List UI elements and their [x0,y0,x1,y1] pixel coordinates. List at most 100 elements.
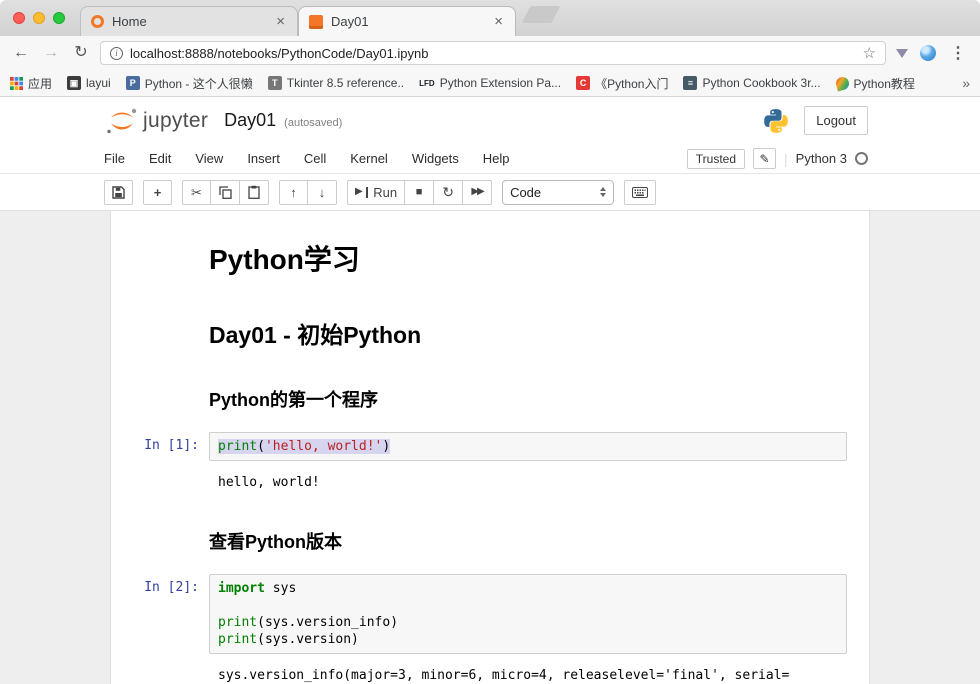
cell-type-select[interactable]: Code [502,180,614,205]
site-info-icon[interactable]: i [110,47,123,60]
keyboard-icon [632,187,648,198]
interrupt-kernel-button[interactable]: ■ [405,180,434,205]
divider: | [784,151,788,167]
bookmark-label: Python Cookbook 3r... [702,76,820,90]
bookmark-csdn[interactable]: C 《Python入门 [576,75,668,92]
bookmark-star-icon[interactable]: ☆ [863,44,876,62]
input-prompt: In [1]: [111,432,209,461]
fast-forward-icon: ▶▶ [471,187,482,197]
menu-widgets[interactable]: Widgets [400,151,471,166]
jupyter-logo[interactable]: jupyter [104,107,208,135]
output-prompt [111,663,209,684]
reload-button[interactable]: ↻ [70,45,92,61]
bookmark-cookbook[interactable]: ≡ Python Cookbook 3r... [683,76,820,90]
markdown-cell-version[interactable]: 查看Python版本 [111,509,869,569]
code-token: print [218,439,257,454]
notebook-favicon-icon [309,15,323,29]
menu-cell[interactable]: Cell [292,151,338,166]
layui-favicon-icon: ▣ [67,76,81,90]
omnibox[interactable]: i localhost:8888/notebooks/PythonCode/Da… [100,41,886,65]
input-prompt: In [2]: [111,574,209,654]
tab-close-icon[interactable]: × [492,14,505,29]
logout-button[interactable]: Logout [804,106,868,135]
restart-kernel-button[interactable]: ↻ [434,180,463,205]
code-token: ) [382,439,390,454]
plus-icon: + [154,186,162,199]
menu-kernel[interactable]: Kernel [338,151,400,166]
notebook-container: Python学习 Day01 - 初始Python Python的第一个程序 I… [110,211,870,684]
output-text-2: sys.version_info(major=3, minor=6, micro… [209,663,847,684]
apps-grid-icon [10,77,23,90]
extension-triangle-icon[interactable] [896,49,908,58]
jupyter-planet-icon [104,107,140,135]
bookmark-python-tutorial[interactable]: Python教程 [836,75,915,92]
code-token: (sys.version_info) [257,615,398,630]
tab-home[interactable]: Home × [80,6,298,36]
tab-day01[interactable]: Day01 × [298,6,516,36]
cut-cell-button[interactable]: ✂ [182,180,211,205]
copy-cell-button[interactable] [211,180,240,205]
move-cell-up-button[interactable]: ↑ [279,180,308,205]
close-window-button[interactable] [13,12,25,24]
play-icon: ▶ [355,187,363,197]
autosave-status: (autosaved) [284,117,342,129]
new-tab-button[interactable] [521,6,560,23]
tab-home-title: Home [112,14,266,29]
bookmark-lfd[interactable]: LFD Python Extension Pa... [419,76,561,90]
bookmarks-overflow-chevron[interactable]: » [962,75,970,91]
code-token: print [218,615,257,630]
browser-menu-icon[interactable]: ⋮ [946,43,970,63]
menu-help[interactable]: Help [471,151,522,166]
save-button[interactable] [104,180,133,205]
tab-close-icon[interactable]: × [274,14,287,29]
menu-insert[interactable]: Insert [235,151,292,166]
code-input-2[interactable]: import sys print(sys.version_info) print… [209,574,847,654]
code-token: sys [265,581,296,596]
menu-edit[interactable]: Edit [137,151,183,166]
notebook-title[interactable]: Day01 [224,110,276,131]
add-cell-button[interactable]: + [143,180,172,205]
jupyter-header: jupyter Day01 (autosaved) Logout [0,97,980,144]
markdown-cell-title[interactable]: Python学习 [111,225,869,297]
bookmark-label: 《Python入门 [595,75,668,92]
markdown-cell-first-program[interactable]: Python的第一个程序 [111,367,869,427]
bookmark-apps[interactable]: 应用 [10,75,52,92]
tab-strip: Home × Day01 × [0,0,980,36]
arrow-up-icon: ↑ [290,186,297,199]
cell-prompt [111,372,209,422]
window-controls [13,12,65,24]
minimize-window-button[interactable] [33,12,45,24]
header-right: Logout [763,106,868,135]
notebook-menubar: File Edit View Insert Cell Kernel Widget… [0,144,980,174]
bookmark-python-blog[interactable]: P Python - 这个人很懒 [126,75,253,92]
jupyter-logo-text: jupyter [143,109,208,133]
arrow-down-icon: ↓ [319,186,326,199]
step-bar-icon [366,187,369,198]
move-cell-down-button[interactable]: ↓ [308,180,337,205]
forward-button[interactable]: → [40,45,62,61]
run-cell-button[interactable]: ▶ Run [347,180,405,205]
trusted-badge[interactable]: Trusted [687,149,745,169]
restart-run-all-button[interactable]: ▶▶ [463,180,492,205]
kernel-idle-indicator-icon [855,152,868,165]
heading-check-version: 查看Python版本 [209,528,847,554]
code-input-1[interactable]: print('hello, world!') [209,432,847,461]
bookmark-label: Python - 这个人很懒 [145,75,253,92]
zoom-window-button[interactable] [53,12,65,24]
menu-file[interactable]: File [104,151,137,166]
extension-globe-icon[interactable] [920,45,936,61]
floppy-icon [112,186,125,199]
tab-day01-title: Day01 [331,14,484,29]
cell-type-value: Code [510,185,541,200]
bookmark-layui[interactable]: ▣ layui [67,76,111,90]
code-token: 'hello, world!' [265,439,382,454]
stop-icon: ■ [416,187,423,198]
url-text[interactable]: localhost:8888/notebooks/PythonCode/Day0… [130,46,856,61]
code-cell-2: In [2]: import sys print(sys.version_inf… [111,569,869,659]
menu-view[interactable]: View [183,151,235,166]
back-button[interactable]: ← [10,45,32,61]
command-palette-button[interactable] [624,180,656,205]
paste-cell-button[interactable] [240,180,269,205]
markdown-cell-day01[interactable]: Day01 - 初始Python [111,297,869,367]
bookmark-tkinter[interactable]: T Tkinter 8.5 reference.. [268,76,404,90]
